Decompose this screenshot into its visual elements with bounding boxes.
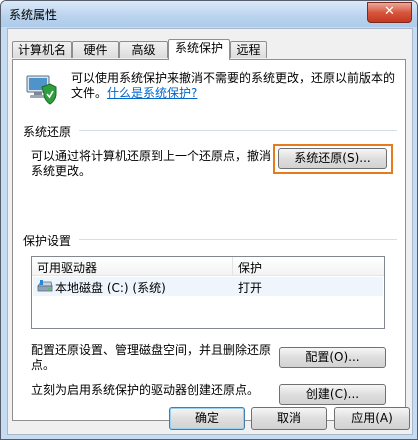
column-separator [232, 257, 233, 275]
tab-advanced[interactable]: 高级 [119, 41, 168, 58]
intro-text-block: 可以使用系统保护来撤消不需要的系统更改，还原以前版本的文件。什么是系统保护? [71, 71, 397, 101]
group-divider [79, 130, 397, 131]
computer-shield-icon [26, 75, 57, 105]
ok-button[interactable]: 确定 [169, 407, 245, 430]
close-button[interactable]: ✕ [367, 2, 412, 23]
apply-button[interactable]: 应用(A) [334, 407, 410, 430]
group-divider [79, 239, 397, 240]
column-protection[interactable]: 保护 [238, 259, 262, 276]
create-button[interactable]: 创建(C)... [279, 384, 386, 405]
system-restore-description: 可以通过将计算机还原到上一个还原点，撤消系统更改。 [31, 149, 272, 178]
tab-remote[interactable]: 远程 [230, 41, 267, 58]
system-properties-window: 系统属性 ✕ 计算机名 硬件 高级 系统保护 远程 可以使用系统保护来撤消不需要… [0, 0, 418, 440]
table-row[interactable]: 本地磁盘 (C:) (系统) 打开 [33, 277, 383, 296]
drive-list[interactable]: 可用驱动器 保护 本地磁盘 (C:) (系统) 打开 [31, 256, 385, 329]
tab-hardware[interactable]: 硬件 [72, 41, 119, 58]
cancel-button[interactable]: 取消 [251, 407, 327, 430]
dialog-client-area: 计算机名 硬件 高级 系统保护 远程 可以使用系统保护来撤消不需要的系统更改，还… [7, 28, 413, 435]
configure-description: 配置还原设置、管理磁盘空间，并且删除还原点。 [31, 343, 272, 372]
title-bar[interactable]: 系统属性 ✕ [1, 1, 417, 27]
close-icon: ✕ [384, 4, 395, 19]
drive-protection-status: 打开 [238, 281, 263, 295]
create-description: 立刻为启用系统保护的驱动器创建还原点。 [31, 383, 260, 397]
window-title: 系统属性 [9, 8, 58, 22]
system-restore-group-label: 系统还原 [23, 125, 72, 139]
system-restore-button[interactable]: 系统还原(S)... [278, 148, 387, 169]
hard-disk-icon [37, 280, 53, 292]
column-available-drives[interactable]: 可用驱动器 [37, 259, 97, 276]
what-is-system-protection-link[interactable]: 什么是系统保护? [107, 86, 197, 100]
drive-list-header: 可用驱动器 保护 [32, 257, 384, 276]
tab-system-protection[interactable]: 系统保护 [168, 39, 230, 60]
tab-computer-name[interactable]: 计算机名 [12, 41, 72, 58]
configure-button[interactable]: 配置(O)... [279, 347, 386, 368]
protection-settings-group-label: 保护设置 [23, 234, 72, 248]
drive-name: 本地磁盘 (C:) (系统) [55, 281, 166, 295]
system-protection-panel: 可以使用系统保护来撤消不需要的系统更改，还原以前版本的文件。什么是系统保护? 系… [12, 59, 406, 421]
